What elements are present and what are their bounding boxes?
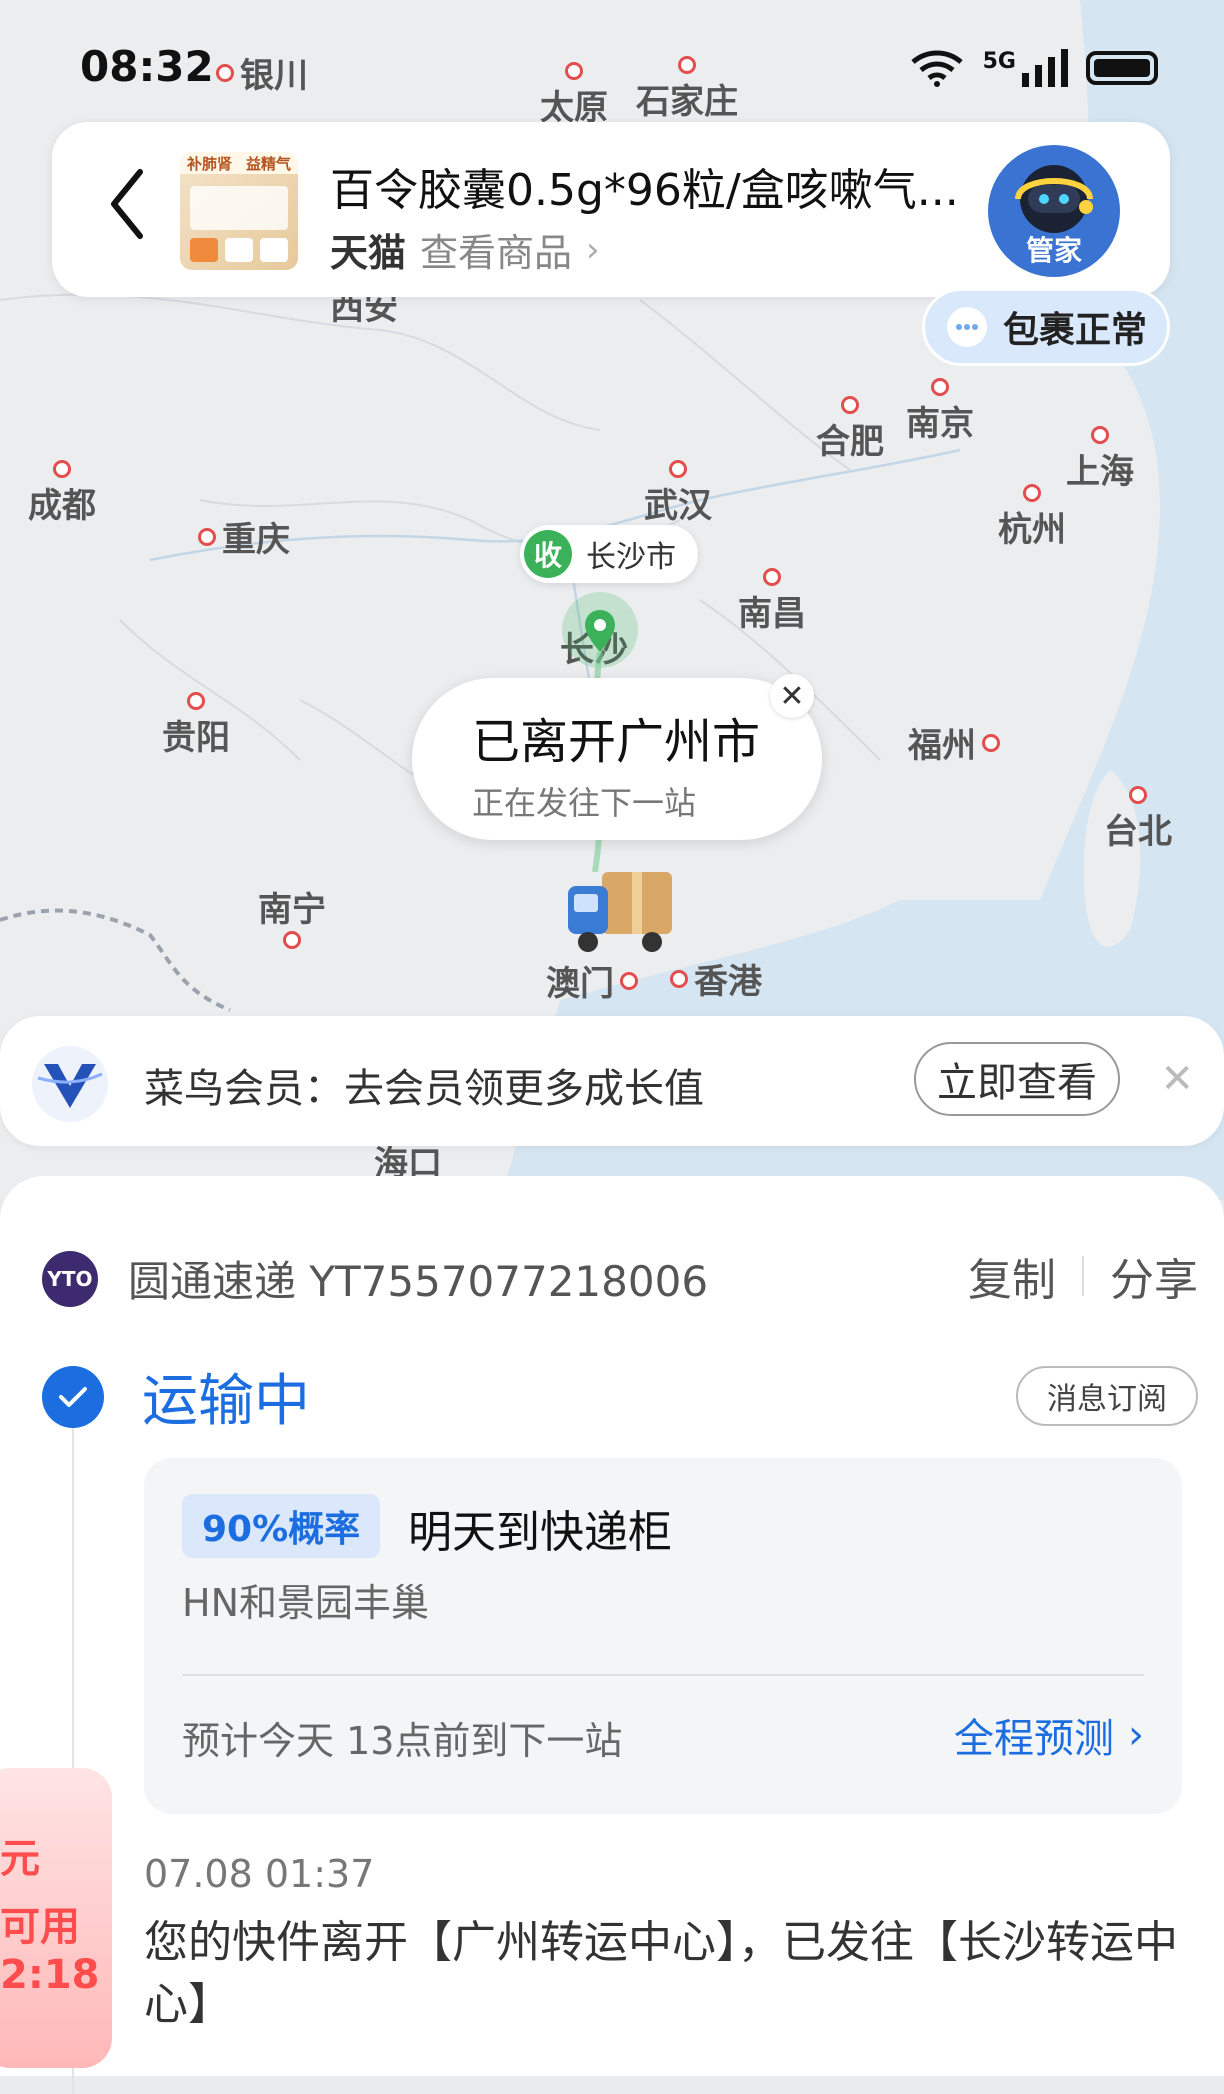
map-city-label: 上海 <box>1066 426 1134 493</box>
status-bar: 08:32 5G <box>0 0 1224 120</box>
butler-avatar[interactable]: 管家 <box>988 145 1120 277</box>
butler-label: 管家 <box>1025 234 1082 267</box>
map-city-label: 台北 <box>1104 786 1172 853</box>
map-city-label: 重庆 <box>192 512 290 561</box>
delivery-prediction-card[interactable]: 90%概率 明天到快递柜 HN和景园丰巢 预计今天 13点前到下一站 全程预测 … <box>144 1458 1182 1814</box>
shipping-status: 运输中 <box>142 1369 310 1434</box>
battery-icon <box>1086 51 1158 85</box>
coupon-text: 可用 <box>0 1904 80 1950</box>
map-city-label: 杭州 <box>998 484 1066 551</box>
package-status-label: 包裹正常 <box>1003 310 1148 351</box>
bubble-subtitle: 正在发往下一站 <box>472 784 697 822</box>
location-pin-icon <box>585 610 615 652</box>
courier-actions: 复制 分享 <box>968 1244 1198 1308</box>
receiver-city-tag[interactable]: 收 长沙市 <box>520 525 698 583</box>
eta-text: 预计今天 13点前到下一站 <box>182 1719 623 1763</box>
map-city-label: 贵阳 <box>162 692 230 759</box>
chevron-right-icon: › <box>586 229 600 270</box>
event-time: 07.08 01:37 <box>144 1852 375 1896</box>
member-banner-text: 菜鸟会员：去会员领更多成长值 <box>144 1066 704 1112</box>
tracking-sheet: YTO 圆通速递 YT7557077218006 复制 分享 运输中 消息订阅 … <box>0 1176 1224 2094</box>
product-thumbnail[interactable]: 补肺肾 益精气 <box>180 152 298 270</box>
locker-location: HN和景园丰巢 <box>182 1581 430 1625</box>
chat-bubble-icon <box>947 307 987 347</box>
map-city-label: 澳门 <box>546 956 644 1005</box>
receiver-city: 长沙市 <box>586 540 676 575</box>
map-city-label: 香港 <box>664 954 762 1003</box>
chevron-right-icon: › <box>1128 1712 1144 1758</box>
divider <box>182 1674 1144 1676</box>
receiver-badge: 收 <box>524 530 572 578</box>
yto-logo-icon: YTO <box>42 1250 98 1307</box>
map-city-label: 南昌 <box>738 568 806 635</box>
map-city-label: 合肥 <box>816 396 884 463</box>
probability-badge: 90%概率 <box>182 1494 381 1558</box>
courier-tracking-number: 圆通速递 YT7557077218006 <box>128 1257 709 1306</box>
back-arrow-icon[interactable] <box>102 164 152 244</box>
map-city-label: 成都 <box>28 460 96 527</box>
close-icon[interactable]: ✕ <box>770 674 814 718</box>
coupon-timer: 2:18 <box>0 1952 100 1998</box>
subscribe-button[interactable]: 消息订阅 <box>1016 1366 1198 1426</box>
arrival-text: 明天到快递柜 <box>408 1507 672 1558</box>
member-banner[interactable]: 菜鸟会员：去会员领更多成长值 立即查看 ✕ <box>0 1016 1224 1146</box>
bubble-title: 已离开广州市 <box>472 714 761 770</box>
copy-button[interactable]: 复制 <box>968 1244 1056 1308</box>
status-bubble[interactable]: 已离开广州市 正在发往下一站 ✕ <box>412 674 822 840</box>
cainiao-member-logo-icon <box>32 1046 108 1122</box>
clock: 08:32 <box>80 42 214 91</box>
map-city-label: 南京 <box>906 378 974 445</box>
map-city-label: 南宁 <box>258 882 326 949</box>
close-icon[interactable]: ✕ <box>1160 1056 1194 1102</box>
truck-icon <box>568 872 672 952</box>
check-icon <box>42 1366 104 1428</box>
product-subline[interactable]: 天猫 查看商品 › <box>330 222 600 277</box>
shop-name: 天猫 <box>330 231 407 275</box>
product-card[interactable]: 补肺肾 益精气 百令胶囊0.5g*96粒/盒咳嗽气... 天猫 查看商品 › 管家 <box>52 122 1170 297</box>
product-title[interactable]: 百令胶囊0.5g*96粒/盒咳嗽气... <box>330 154 1030 218</box>
view-now-button[interactable]: 立即查看 <box>914 1042 1120 1116</box>
coupon-text: 元 <box>0 1836 40 1882</box>
signal-icon: 5G <box>983 49 1068 87</box>
event-description: 您的快件离开【广州转运中心】，已发往【长沙转运中心】 <box>144 1917 1178 2030</box>
share-button[interactable]: 分享 <box>1110 1244 1198 1308</box>
view-product-link[interactable]: 查看商品 <box>420 222 572 277</box>
wifi-icon <box>910 50 963 87</box>
package-status-chip[interactable]: 包裹正常 <box>922 288 1170 366</box>
map-city-label: 福州 <box>908 718 1006 767</box>
full-prediction-link[interactable]: 全程预测 › <box>954 1706 1144 1764</box>
coupon-float[interactable]: 元 可用 2:18 <box>0 1768 112 2068</box>
courier-row: YTO 圆通速递 YT7557077218006 <box>42 1248 708 1309</box>
divider <box>1082 1256 1084 1296</box>
map-city-label: 武汉 <box>644 460 712 527</box>
